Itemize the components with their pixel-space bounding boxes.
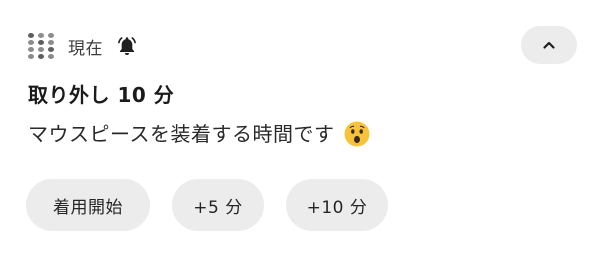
chevron-up-icon bbox=[543, 41, 555, 49]
astonished-face-emoji-icon bbox=[344, 121, 369, 147]
notification-title: 取り外し 10 分 bbox=[28, 83, 175, 107]
collapse-button[interactable] bbox=[521, 26, 577, 64]
snooze-5-min-button[interactable]: +5 分 bbox=[172, 179, 264, 231]
notification-time: 現在 bbox=[68, 38, 103, 59]
start-wearing-button[interactable]: 着用開始 bbox=[26, 179, 150, 231]
notification-card[interactable]: 現在 取り外し 10 分 マウスピースを装着する時間です 着用開始 +5 分 +… bbox=[0, 0, 600, 264]
notification-body-text: マウスピースを装着する時間です bbox=[28, 122, 335, 146]
app-grid-icon bbox=[28, 33, 54, 59]
bell-icon bbox=[115, 34, 139, 58]
action-buttons: 着用開始 +5 分 +10 分 bbox=[26, 179, 388, 231]
notification-body: マウスピースを装着する時間です bbox=[28, 118, 371, 150]
snooze-10-min-button[interactable]: +10 分 bbox=[286, 179, 388, 231]
notification-header: 現在 bbox=[28, 31, 139, 61]
